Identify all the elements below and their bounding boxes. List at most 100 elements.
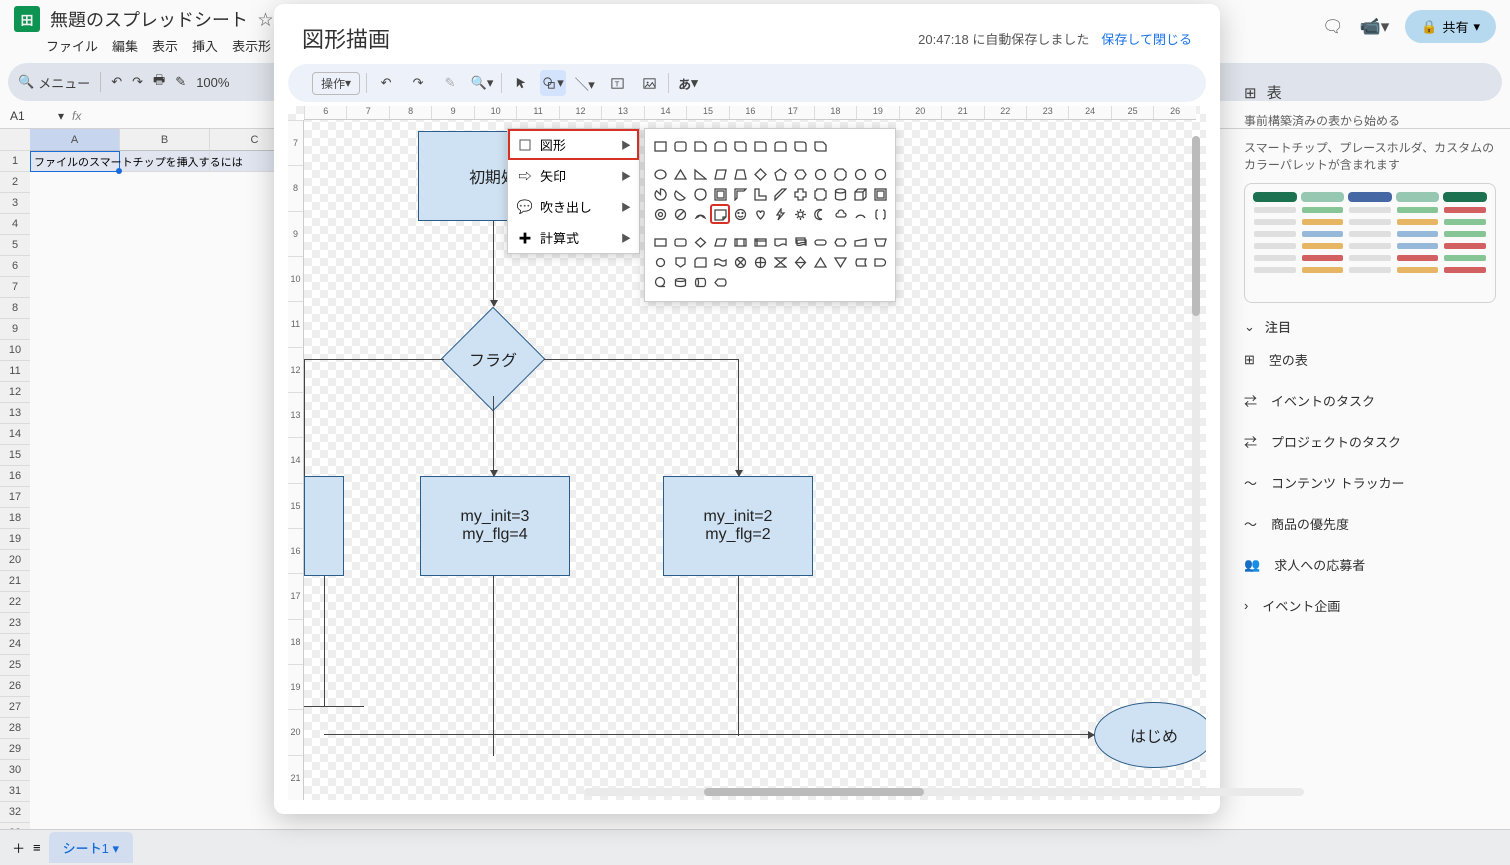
shape-fc-seq-storage-icon[interactable] xyxy=(651,273,669,291)
shape-parallelogram-icon[interactable] xyxy=(711,165,729,183)
shape-diamond-icon[interactable] xyxy=(751,165,769,183)
shape-fc-sort-icon[interactable] xyxy=(791,253,809,271)
shape-round1-rect-icon[interactable] xyxy=(751,137,769,155)
shape-fc-card-icon[interactable] xyxy=(691,253,709,271)
shape-cloud-icon[interactable] xyxy=(831,205,849,223)
shape-can-icon[interactable] xyxy=(831,185,849,203)
shape-diag-stripe-icon[interactable] xyxy=(771,185,789,203)
shape-donut-icon[interactable] xyxy=(651,205,669,223)
shape-chord-icon[interactable] xyxy=(671,185,689,203)
menu-item-equation[interactable]: ✚ 計算式 ▶ xyxy=(508,222,639,253)
shape-fc-connector-icon[interactable] xyxy=(651,253,669,271)
redo-icon[interactable]: ↷ xyxy=(405,70,431,96)
shape-fc-multidoc-icon[interactable] xyxy=(791,233,809,251)
flowchart-process-partial[interactable] xyxy=(304,476,344,576)
shape-frame-icon[interactable] xyxy=(711,185,729,203)
shape-fc-collate-icon[interactable] xyxy=(771,253,789,271)
shape-fc-manual-op-icon[interactable] xyxy=(871,233,889,251)
shape-block-arc-icon[interactable] xyxy=(691,205,709,223)
flowchart-arrow[interactable] xyxy=(324,576,325,706)
flowchart-arrow[interactable] xyxy=(493,576,494,756)
shape-fc-data-icon[interactable] xyxy=(711,233,729,251)
actions-button[interactable]: 操作▾ xyxy=(312,72,360,95)
horizontal-scrollbar[interactable] xyxy=(584,788,1304,796)
shape-fc-manual-input-icon[interactable] xyxy=(851,233,869,251)
shape-fc-direct-storage-icon[interactable] xyxy=(691,273,709,291)
line-tool-icon[interactable]: ╲▾ xyxy=(572,70,598,96)
shape-snip-round-icon[interactable] xyxy=(811,137,829,155)
shape-fc-tape-icon[interactable] xyxy=(711,253,729,271)
vertical-scrollbar[interactable] xyxy=(1192,136,1200,676)
shape-triangle-icon[interactable] xyxy=(671,165,689,183)
shape-snip2-rect-icon[interactable] xyxy=(711,137,729,155)
shape-fc-stored-icon[interactable] xyxy=(851,253,869,271)
shape-lightning-icon[interactable] xyxy=(771,205,789,223)
shape-oval-icon[interactable] xyxy=(651,165,669,183)
shape-sun-icon[interactable] xyxy=(791,205,809,223)
shape-decagon-icon[interactable] xyxy=(851,165,869,183)
shape-right-triangle-icon[interactable] xyxy=(691,165,709,183)
flowchart-process-right[interactable]: my_init=2 my_flg=2 xyxy=(663,476,813,576)
shape-folded-corner-icon[interactable] xyxy=(711,205,729,223)
flowchart-arrow[interactable] xyxy=(324,734,1094,735)
image-tool-icon[interactable] xyxy=(636,70,662,96)
zoom-icon[interactable]: 🔍▾ xyxy=(469,70,495,96)
shape-round2-rect-icon[interactable] xyxy=(771,137,789,155)
shape-snip-rect-icon[interactable] xyxy=(691,137,709,155)
shape-hexagon-icon[interactable] xyxy=(791,165,809,183)
shape-cross-icon[interactable] xyxy=(791,185,809,203)
shape-teardrop-icon[interactable] xyxy=(691,185,709,203)
shape-fc-or-icon[interactable] xyxy=(751,253,769,271)
shape-heptagon-icon[interactable] xyxy=(811,165,829,183)
flowchart-arrow[interactable] xyxy=(304,359,305,476)
shape-trapezoid-icon[interactable] xyxy=(731,165,749,183)
flowchart-arrow[interactable] xyxy=(493,396,494,476)
shape-fc-delay-icon[interactable] xyxy=(871,253,889,271)
shape-fc-prep-icon[interactable] xyxy=(831,233,849,251)
shape-smiley-icon[interactable] xyxy=(731,205,749,223)
language-button[interactable]: あ▾ xyxy=(675,70,701,96)
shape-rectangle-icon[interactable] xyxy=(651,137,669,155)
shape-fc-predef-icon[interactable] xyxy=(731,233,749,251)
shape-bevel-icon[interactable] xyxy=(871,185,889,203)
shape-fc-document-icon[interactable] xyxy=(771,233,789,251)
shape-no-symbol-icon[interactable] xyxy=(671,205,689,223)
shape-fc-decision-icon[interactable] xyxy=(691,233,709,251)
shape-fc-terminator-icon[interactable] xyxy=(811,233,829,251)
flowchart-arrow[interactable] xyxy=(544,359,738,360)
flowchart-arrow[interactable] xyxy=(304,706,364,707)
shape-fc-alt-process-icon[interactable] xyxy=(671,233,689,251)
shape-rounded-rect-icon[interactable] xyxy=(671,137,689,155)
shape-fc-process-icon[interactable] xyxy=(651,233,669,251)
flowchart-process-left[interactable]: my_init=3 my_flg=4 xyxy=(420,476,570,576)
shape-heart-icon[interactable] xyxy=(751,205,769,223)
shape-fc-magnetic-disk-icon[interactable] xyxy=(671,273,689,291)
shape-round-diag-icon[interactable] xyxy=(791,137,809,155)
shape-pie-icon[interactable] xyxy=(651,185,669,203)
shape-pentagon-icon[interactable] xyxy=(771,165,789,183)
shape-bracket-icon[interactable] xyxy=(871,205,889,223)
shape-plaque-icon[interactable] xyxy=(811,185,829,203)
shape-moon-icon[interactable] xyxy=(811,205,829,223)
shape-fc-display-icon[interactable] xyxy=(711,273,729,291)
shape-fc-offpage-icon[interactable] xyxy=(671,253,689,271)
shape-snip-diag-icon[interactable] xyxy=(731,137,749,155)
shape-arc-icon[interactable] xyxy=(851,205,869,223)
paint-format-icon[interactable]: ✎ xyxy=(437,70,463,96)
shape-cube-icon[interactable] xyxy=(851,185,869,203)
menu-item-shapes[interactable]: 図形 ▶ xyxy=(508,129,639,160)
undo-icon[interactable]: ↶ xyxy=(373,70,399,96)
shape-l-shape-icon[interactable] xyxy=(751,185,769,203)
shape-dodecagon-icon[interactable] xyxy=(871,165,889,183)
save-and-close-button[interactable]: 保存して閉じる xyxy=(1101,29,1192,48)
shape-fc-junction-icon[interactable] xyxy=(731,253,749,271)
menu-item-arrows[interactable]: ⇨ 矢印 ▶ xyxy=(508,160,639,191)
flowchart-arrow[interactable] xyxy=(738,576,739,736)
flowchart-arrow[interactable] xyxy=(738,359,739,476)
shape-octagon-icon[interactable] xyxy=(831,165,849,183)
select-tool-icon[interactable] xyxy=(508,70,534,96)
shape-fc-extract-icon[interactable] xyxy=(811,253,829,271)
shape-fc-merge-icon[interactable] xyxy=(831,253,849,271)
flowchart-terminator-start[interactable]: はじめ xyxy=(1094,702,1206,768)
flowchart-arrow[interactable] xyxy=(493,221,494,306)
